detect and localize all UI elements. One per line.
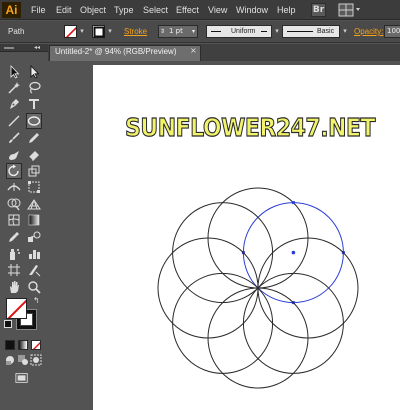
circle-group: [157, 187, 359, 389]
flower-artwork[interactable]: [0, 0, 400, 400]
anchor-point[interactable]: [291, 201, 295, 205]
selection-center-point: [291, 250, 296, 255]
